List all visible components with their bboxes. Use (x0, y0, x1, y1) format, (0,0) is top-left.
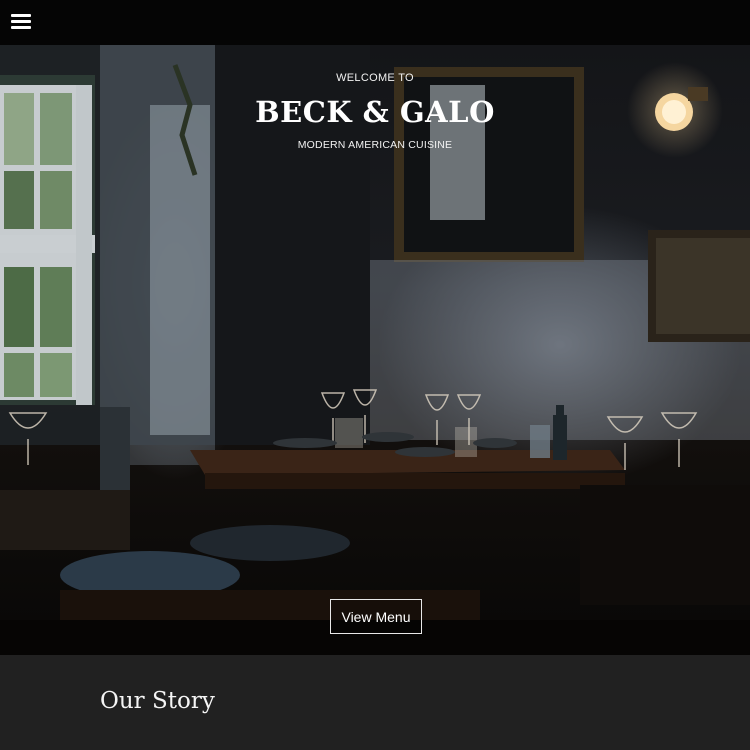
hamburger-menu-icon[interactable] (11, 13, 31, 31)
hamburger-line (11, 20, 31, 23)
hamburger-line (11, 14, 31, 17)
view-menu-button[interactable]: View Menu (330, 599, 422, 634)
welcome-text: WELCOME TO (336, 72, 414, 84)
restaurant-interior-photo (0, 45, 750, 655)
restaurant-name: BECK & GALO (255, 95, 495, 129)
our-story-heading: Our Story (100, 688, 215, 714)
restaurant-tagline: MODERN AMERICAN CUISINE (297, 139, 453, 151)
our-story-section: Our Story (0, 655, 750, 750)
top-navigation-bar (0, 0, 750, 45)
hero-section: WELCOME TO BECK & GALO MODERN AMERICAN C… (0, 45, 750, 655)
hamburger-line (11, 26, 31, 29)
